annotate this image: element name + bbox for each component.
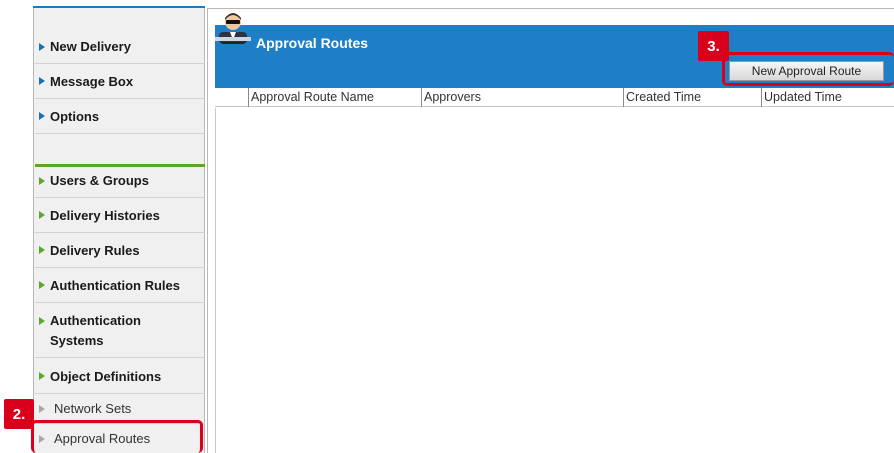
sidebar-item-message-box[interactable]: Message Box (35, 64, 205, 99)
sidebar: New Delivery Message Box Options Users &… (33, 8, 205, 453)
step-2-callout: 2. (4, 399, 34, 429)
sidebar-item-delivery-rules[interactable]: Delivery Rules (35, 233, 205, 268)
sidebar-item-new-delivery[interactable]: New Delivery (35, 30, 205, 64)
sidebar-item-object-definitions[interactable]: Object Definitions (35, 359, 205, 394)
sidebar-item-users-groups[interactable]: Users & Groups (35, 164, 205, 198)
page-title: Approval Routes (256, 35, 369, 51)
table-body (215, 108, 894, 453)
column-approvers[interactable]: Approvers (421, 88, 623, 107)
sidebar-item-label: Delivery Rules (50, 242, 140, 258)
triangle-right-icon (39, 281, 45, 289)
triangle-right-icon (39, 176, 45, 185)
sidebar-item-label: Users & Groups (50, 173, 149, 188)
triangle-right-icon (39, 372, 45, 380)
triangle-right-icon (39, 211, 45, 219)
highlight-new-approval-route (722, 52, 894, 86)
sidebar-item-authentication-rules[interactable]: Authentication Rules (35, 268, 205, 303)
triangle-right-icon (39, 112, 45, 120)
column-approval-route-name[interactable]: Approval Route Name (248, 88, 421, 107)
step-3-callout: 3. (698, 31, 729, 61)
column-updated-time[interactable]: Updated Time (761, 88, 894, 107)
sidebar-item-label: Network Sets (54, 401, 132, 416)
sidebar-item-authentication-systems[interactable]: Authentication Systems (35, 303, 205, 358)
sidebar-item-label: Message Box (50, 73, 134, 89)
sidebar-item-options[interactable]: Options (35, 99, 205, 134)
triangle-right-icon (39, 77, 45, 85)
sidebar-item-label: New Delivery (50, 39, 131, 54)
triangle-right-icon (39, 246, 45, 254)
sidebar-item-label: Authentication Rules (50, 277, 181, 293)
triangle-right-icon (39, 404, 45, 413)
table-header: Approval Route Name Approvers Created Ti… (215, 88, 894, 107)
triangle-right-icon (39, 42, 45, 51)
column-created-time[interactable]: Created Time (623, 88, 761, 107)
agent-icon (215, 13, 251, 44)
highlight-approval-routes (31, 420, 203, 453)
sidebar-item-label: Authentication Systems (50, 313, 141, 348)
triangle-right-icon (39, 317, 45, 325)
sidebar-item-label: Options (50, 108, 100, 124)
sidebar-item-delivery-histories[interactable]: Delivery Histories (35, 198, 205, 233)
sidebar-item-label: Object Definitions (50, 368, 162, 384)
sidebar-item-label: Delivery Histories (50, 207, 160, 223)
